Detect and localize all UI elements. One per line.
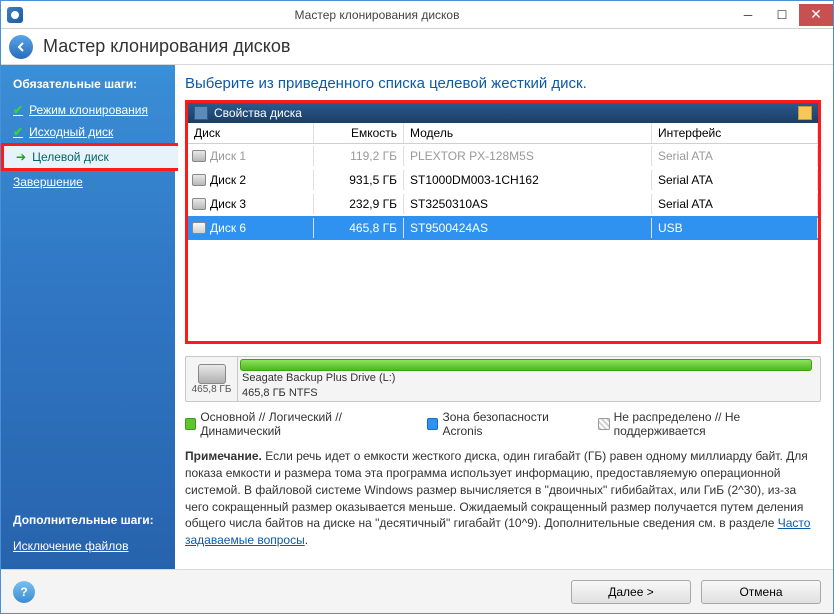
title-bar: Мастер клонирования дисков ─ ☐ ✕ [1,1,833,29]
content-area: Выберите из приведенного списка целевой … [175,65,833,569]
panel-header: Свойства диска [188,103,818,123]
disk-icon [192,174,206,186]
help-button[interactable]: ? [13,581,35,603]
optional-steps-title: Дополнительные шаги: [1,509,175,535]
disk-vis-size: 465,8 ГБ [192,384,232,395]
swatch-icon [598,418,609,430]
back-button[interactable] [9,35,33,59]
main-area: Обязательные шаги: ✔ Режим клонирования … [1,65,833,569]
check-icon: ✔ [13,103,23,117]
note-after: . [305,533,308,547]
table-row[interactable]: Диск 2 931,5 ГБ ST1000DM003-1CH162 Seria… [188,168,818,192]
minimize-button[interactable]: ─ [731,4,765,26]
partition-details: 465,8 ГБ NTFS [240,386,818,401]
app-icon [7,7,23,23]
swatch-icon [185,418,196,430]
table-row[interactable]: Диск 3 232,9 ГБ ST3250310AS Serial ATA [188,192,818,216]
step-label: Режим клонирования [29,103,148,117]
panel-icon [194,106,208,120]
required-steps-title: Обязательные шаги: [1,73,175,99]
disk-icon [192,222,206,234]
legend: Основной // Логический // Динамический З… [185,410,821,438]
disk-visualization: 465,8 ГБ Seagate Backup Plus Drive (L:) … [185,356,821,402]
check-icon: ✔ [13,125,23,139]
disk-list: Диск 1 119,2 ГБ PLEXTOR PX-128M5S Serial… [188,144,818,341]
col-capacity[interactable]: Емкость [314,123,404,143]
disk-properties-panel: Свойства диска Диск Емкость Модель Интер… [185,100,821,344]
step-label: Завершение [13,175,83,189]
table-header: Диск Емкость Модель Интерфейс [188,123,818,144]
panel-title: Свойства диска [214,106,302,120]
next-button[interactable]: Далее > [571,580,691,604]
legend-acronis: Зона безопасности Acronis [427,410,582,438]
col-model[interactable]: Модель [404,123,652,143]
step-finish[interactable]: Завершение [1,171,175,193]
step-label: Исходный диск [29,125,113,139]
note-body: Если речь идет о емкости жесткого диска,… [185,449,808,530]
legend-primary: Основной // Логический // Динамический [185,410,411,438]
step-target-disk[interactable]: ➔ Целевой диск [1,143,178,171]
footer: ? Далее > Отмена [1,569,833,613]
disk-vis-partition-area[interactable]: Seagate Backup Plus Drive (L:) 465,8 ГБ … [238,357,820,401]
maximize-button[interactable]: ☐ [765,4,799,26]
note-bold: Примечание. [185,449,262,463]
table-row[interactable]: Диск 1 119,2 ГБ PLEXTOR PX-128M5S Serial… [188,144,818,168]
window-title: Мастер клонирования дисков [23,8,731,22]
step-clone-mode[interactable]: ✔ Режим клонирования [1,99,175,121]
step-exclude-files[interactable]: Исключение файлов [1,535,175,557]
partition-name: Seagate Backup Plus Drive (L:) [240,371,818,386]
header: Мастер клонирования дисков [1,29,833,65]
disk-icon [192,198,206,210]
panel-options-icon[interactable] [798,106,812,120]
disk-icon [192,150,206,162]
note-text: Примечание. Если речь идет о емкости жес… [185,448,821,549]
partition-bar [240,359,812,371]
step-label: Целевой диск [32,150,109,164]
step-source-disk[interactable]: ✔ Исходный диск [1,121,175,143]
step-label: Исключение файлов [13,539,128,553]
page-title: Мастер клонирования дисков [43,36,290,57]
col-interface[interactable]: Интерфейс [652,123,818,143]
instruction-text: Выберите из приведенного списка целевой … [185,75,821,92]
arrow-right-icon: ➔ [16,150,26,164]
swatch-icon [427,418,438,430]
cancel-button[interactable]: Отмена [701,580,821,604]
disk-vis-icon-area: 465,8 ГБ [186,357,238,401]
table-row[interactable]: Диск 6 465,8 ГБ ST9500424AS USB [188,216,818,240]
sidebar: Обязательные шаги: ✔ Режим клонирования … [1,65,175,569]
close-button[interactable]: ✕ [799,4,833,26]
disk-icon [198,364,226,384]
legend-unallocated: Не распределено // Не поддерживается [598,410,821,438]
col-disk[interactable]: Диск [188,123,314,143]
